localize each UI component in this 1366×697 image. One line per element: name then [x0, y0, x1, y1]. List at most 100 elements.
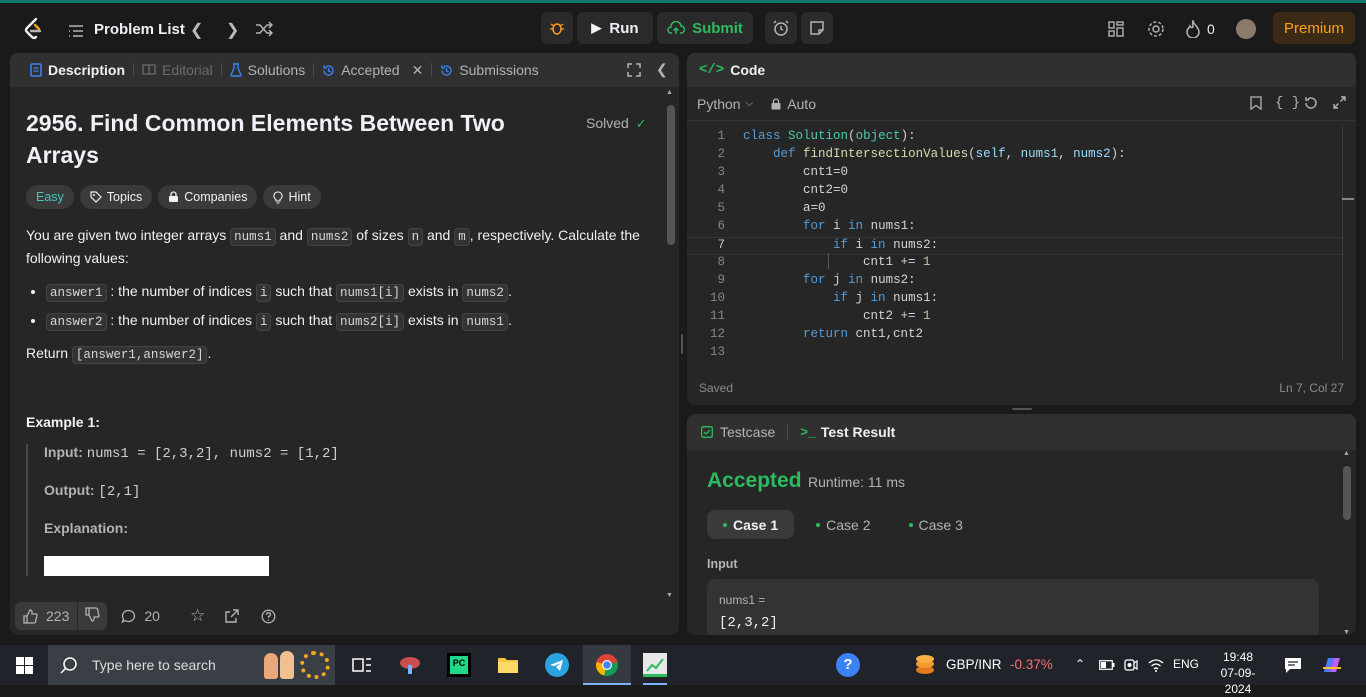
description-scrollbar[interactable]: ▲ ▼ [665, 89, 675, 599]
tab-solutions[interactable]: Solutions [222, 62, 314, 78]
premium-button[interactable]: Premium [1273, 12, 1355, 44]
scrollbar-thumb[interactable] [667, 105, 675, 245]
list-item: answer1 : the number of indices i such t… [46, 283, 649, 302]
shuffle-icon[interactable] [255, 21, 273, 37]
taskbar-search[interactable]: Type here to search [48, 645, 335, 685]
close-tab-icon[interactable]: ✕ [412, 62, 424, 79]
run-button[interactable]: ▶ Run [577, 12, 653, 44]
task-view-icon[interactable] [350, 653, 374, 677]
tab-testcase[interactable]: Testcase [701, 424, 775, 440]
tab-submissions[interactable]: Submissions [432, 62, 546, 78]
code-text: a=0 [743, 201, 826, 215]
result-scrollbar[interactable]: ▲ ▼ [1342, 450, 1352, 635]
code-line[interactable]: 9 for j in nums2: [687, 273, 1342, 291]
code-line-current[interactable]: 7 if i in nums2: [687, 237, 1342, 255]
battery-icon[interactable] [1099, 660, 1115, 670]
code-text: for j in nums2: [803, 273, 916, 287]
tab-description[interactable]: Description [22, 62, 133, 78]
tab-test-result[interactable]: >_ Test Result [800, 424, 895, 440]
like-button[interactable]: 223 [15, 608, 77, 624]
system-clock[interactable]: 19:48 07-09-2024 [1208, 649, 1268, 697]
layout-icon[interactable] [1108, 21, 1124, 37]
code-line[interactable]: 12 return cnt1,cnt2 [687, 327, 1342, 345]
notes-button[interactable] [801, 12, 833, 44]
code-line[interactable]: 8 cnt1 += 1 [687, 255, 1342, 273]
fire-streak-icon[interactable] [1186, 20, 1200, 38]
star-icon[interactable]: ☆ [190, 606, 205, 626]
auto-mode[interactable]: Auto [771, 96, 816, 112]
wifi-icon[interactable] [1148, 657, 1164, 673]
collapse-panel-icon[interactable]: ❮ [656, 61, 668, 78]
currency-coins-icon[interactable] [914, 654, 936, 676]
debug-button[interactable] [541, 12, 573, 44]
windows-start-icon[interactable] [16, 657, 33, 674]
tab-accepted[interactable]: Accepted ✕ [314, 62, 431, 79]
file-explorer-icon[interactable] [496, 653, 520, 677]
chrome-taskbar-button[interactable] [583, 645, 631, 685]
chevron-up-icon[interactable]: ⌃ [1075, 657, 1085, 671]
submit-button[interactable]: Submit [657, 12, 753, 44]
currency-pair[interactable]: GBP/INR [946, 657, 1002, 672]
fullscreen-icon[interactable] [627, 63, 641, 77]
avatar[interactable] [1236, 19, 1256, 39]
scroll-down-icon[interactable]: ▼ [1343, 629, 1350, 635]
leetcode-logo-icon[interactable] [22, 17, 44, 41]
panel-resize-handle[interactable] [1012, 408, 1032, 410]
share-icon[interactable] [225, 609, 239, 623]
bookmark-icon[interactable] [1250, 96, 1262, 110]
timer-button[interactable] [765, 12, 797, 44]
description-footer: 223 20 ☆ [10, 597, 679, 635]
copilot-icon[interactable] [1320, 654, 1344, 676]
problem-list-link[interactable]: Problem List [94, 21, 185, 38]
help-icon[interactable] [261, 609, 276, 624]
code-text: return cnt1,cnt2 [803, 327, 924, 341]
line-number: 2 [717, 147, 725, 161]
code-line[interactable]: 10 if j in nums1: [687, 291, 1342, 309]
code-line[interactable]: 1 class Solution(object): [687, 129, 1342, 147]
case-tab-3[interactable]: Case 3 [893, 510, 979, 539]
line-number: 5 [717, 201, 725, 215]
language-indicator[interactable]: ENG [1173, 657, 1199, 671]
notepad-chart-icon[interactable] [643, 653, 667, 677]
code-editor[interactable]: 1 class Solution(object): 2 def findInter… [687, 125, 1354, 365]
scroll-up-icon[interactable]: ▲ [666, 89, 673, 96]
scrollbar-thumb[interactable] [1343, 466, 1351, 520]
scroll-up-icon[interactable]: ▲ [1343, 450, 1350, 457]
vertical-resize-handle[interactable] [681, 334, 683, 354]
code-line[interactable]: 6 for i in nums1: [687, 219, 1342, 237]
history-icon [323, 64, 334, 76]
code-line[interactable]: 11 cnt2 += 1 [687, 309, 1342, 327]
code-line[interactable]: 13 [687, 345, 1342, 363]
case-tabs: Case 1 Case 2 Case 3 [707, 510, 979, 539]
code-line[interactable]: 4 cnt2=0 [687, 183, 1342, 201]
camera-icon[interactable] [1124, 657, 1138, 673]
case-tab-1[interactable]: Case 1 [707, 510, 795, 539]
hint-chip[interactable]: Hint [263, 185, 321, 209]
topics-chip[interactable]: Topics [79, 185, 153, 209]
telegram-icon[interactable] [545, 653, 569, 677]
next-problem-icon[interactable]: ❯ [226, 20, 239, 40]
language-select[interactable]: Python ⌵ [697, 96, 753, 112]
comments-button[interactable]: 20 [121, 608, 160, 624]
list-icon[interactable] [68, 24, 84, 38]
code-line[interactable]: 5 a=0 [687, 201, 1342, 219]
bug-icon [550, 23, 564, 35]
help-center-icon[interactable]: ? [836, 653, 860, 677]
case-tab-2[interactable]: Case 2 [800, 510, 886, 539]
reset-icon[interactable] [1304, 96, 1318, 110]
notification-icon[interactable] [1284, 656, 1302, 674]
pycharm-icon[interactable]: PC [447, 653, 471, 677]
tab-testcase-label: Testcase [720, 424, 776, 440]
prev-problem-icon[interactable]: ❮ [190, 20, 203, 40]
code-line[interactable]: 3 cnt1=0 [687, 165, 1342, 183]
code-line[interactable]: 2 def findIntersectionValues(self, nums1… [687, 147, 1342, 165]
companies-chip[interactable]: Companies [158, 185, 258, 209]
inline-code: i [255, 313, 272, 331]
format-braces-icon[interactable]: { } [1275, 95, 1300, 111]
like-group: 223 [15, 602, 108, 630]
gear-icon[interactable] [1147, 20, 1165, 38]
mushroom-app-icon[interactable] [398, 653, 422, 677]
dislike-button[interactable] [78, 607, 107, 625]
expand-icon[interactable] [1333, 96, 1346, 109]
tab-editorial[interactable]: Editorial [134, 62, 221, 78]
